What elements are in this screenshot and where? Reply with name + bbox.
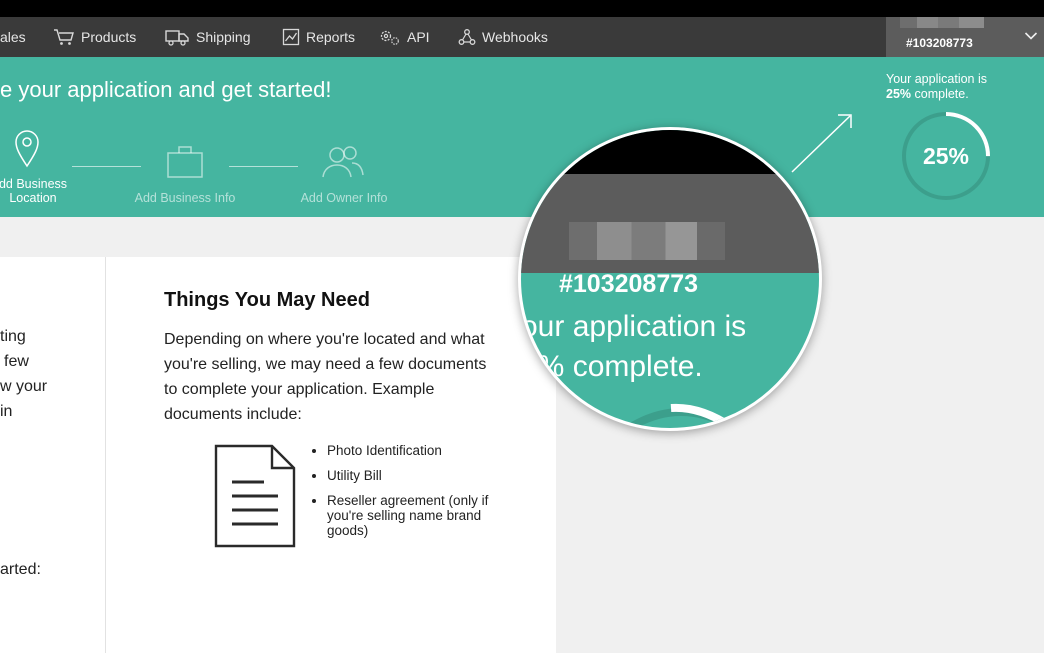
nav-item-products[interactable]: Products [53,17,136,57]
chart-icon [282,28,300,46]
nav-item-label: Webhooks [482,29,548,45]
step-add-owner-info[interactable]: Add Owner Info [284,191,404,205]
account-menu[interactable]: #103208773 [886,17,1044,57]
nav-item-sales[interactable]: ales [0,17,26,57]
nav-item-label: ales [0,29,26,45]
step-add-business-location[interactable]: dd Business Location [0,177,78,205]
nav-item-label: Shipping [196,29,251,45]
magnifier-progress-line2: 5% complete. [521,350,703,383]
step-connector [229,166,298,167]
card-title: Things You May Need [164,289,370,311]
left-text-fragment: w your [0,378,48,395]
magnifier-account-number: #103208773 [559,270,699,298]
magnifier-progress-line1: our application is [521,310,747,343]
progress-ring-label: 25% [923,143,969,169]
left-text-fragment: few [4,353,29,370]
left-text-fragment: in [0,403,13,420]
nav-item-reports[interactable]: Reports [282,17,355,57]
zoom-magnifier: #103208773 our application is 5% complet… [518,127,822,431]
list-item: Utility Bill [327,468,517,483]
step-label: dd Business [0,177,68,191]
account-number: #103208773 [906,36,973,50]
step-label: Add Business Info [134,191,236,205]
progress-ring: 25% [902,112,990,200]
card-body: Depending on where you're located and wh… [164,331,487,423]
magnifier-account-area: #103208773 [521,174,819,298]
nav-item-shipping[interactable]: Shipping [164,17,251,57]
progress-percent: 25% [886,87,912,101]
users-icon [322,146,364,178]
left-text-fragment: arted: [0,561,41,578]
magnifier-redacted-name [569,222,725,260]
step-add-business-info[interactable]: Add Business Info [125,191,245,205]
step-label-line2: Location [9,191,57,205]
progress-text: Your application is 25% complete. [886,72,987,102]
step-connector [72,166,141,167]
nav-item-label: API [407,29,430,45]
webhook-icon [458,29,476,45]
cart-icon [54,29,74,45]
document-list: Photo Identification Utility Bill Resell… [300,443,517,548]
redacted-account-name [900,17,984,28]
list-item: Reseller agreement (only if you're selli… [327,493,517,538]
left-text-fragment: ting [0,328,26,345]
nav-item-api[interactable]: API [379,17,430,57]
left-card: ting few w your in arted: [0,257,105,653]
top-black-strip [0,0,1044,17]
chevron-down-icon[interactable] [1024,31,1038,41]
briefcase-icon [167,146,203,178]
list-item: Photo Identification [327,443,517,458]
banner-title: e your application and get started! [0,77,332,102]
progress-line2: complete. [911,87,969,101]
magnifier-ring-arc [626,403,736,428]
progress-line1: Your application is [886,72,987,86]
document-icon [214,444,296,548]
gears-icon [380,30,399,45]
things-you-may-need-card: Things You May Need Depending on where y… [106,257,556,653]
step-label: Add Owner Info [300,191,388,205]
truck-icon [165,30,189,46]
nav-item-label: Products [81,29,137,45]
magnifier-top-strip [521,130,819,174]
map-pin-icon [15,130,39,168]
nav-item-label: Reports [306,29,356,45]
nav-item-webhooks[interactable]: Webhooks [458,17,548,57]
